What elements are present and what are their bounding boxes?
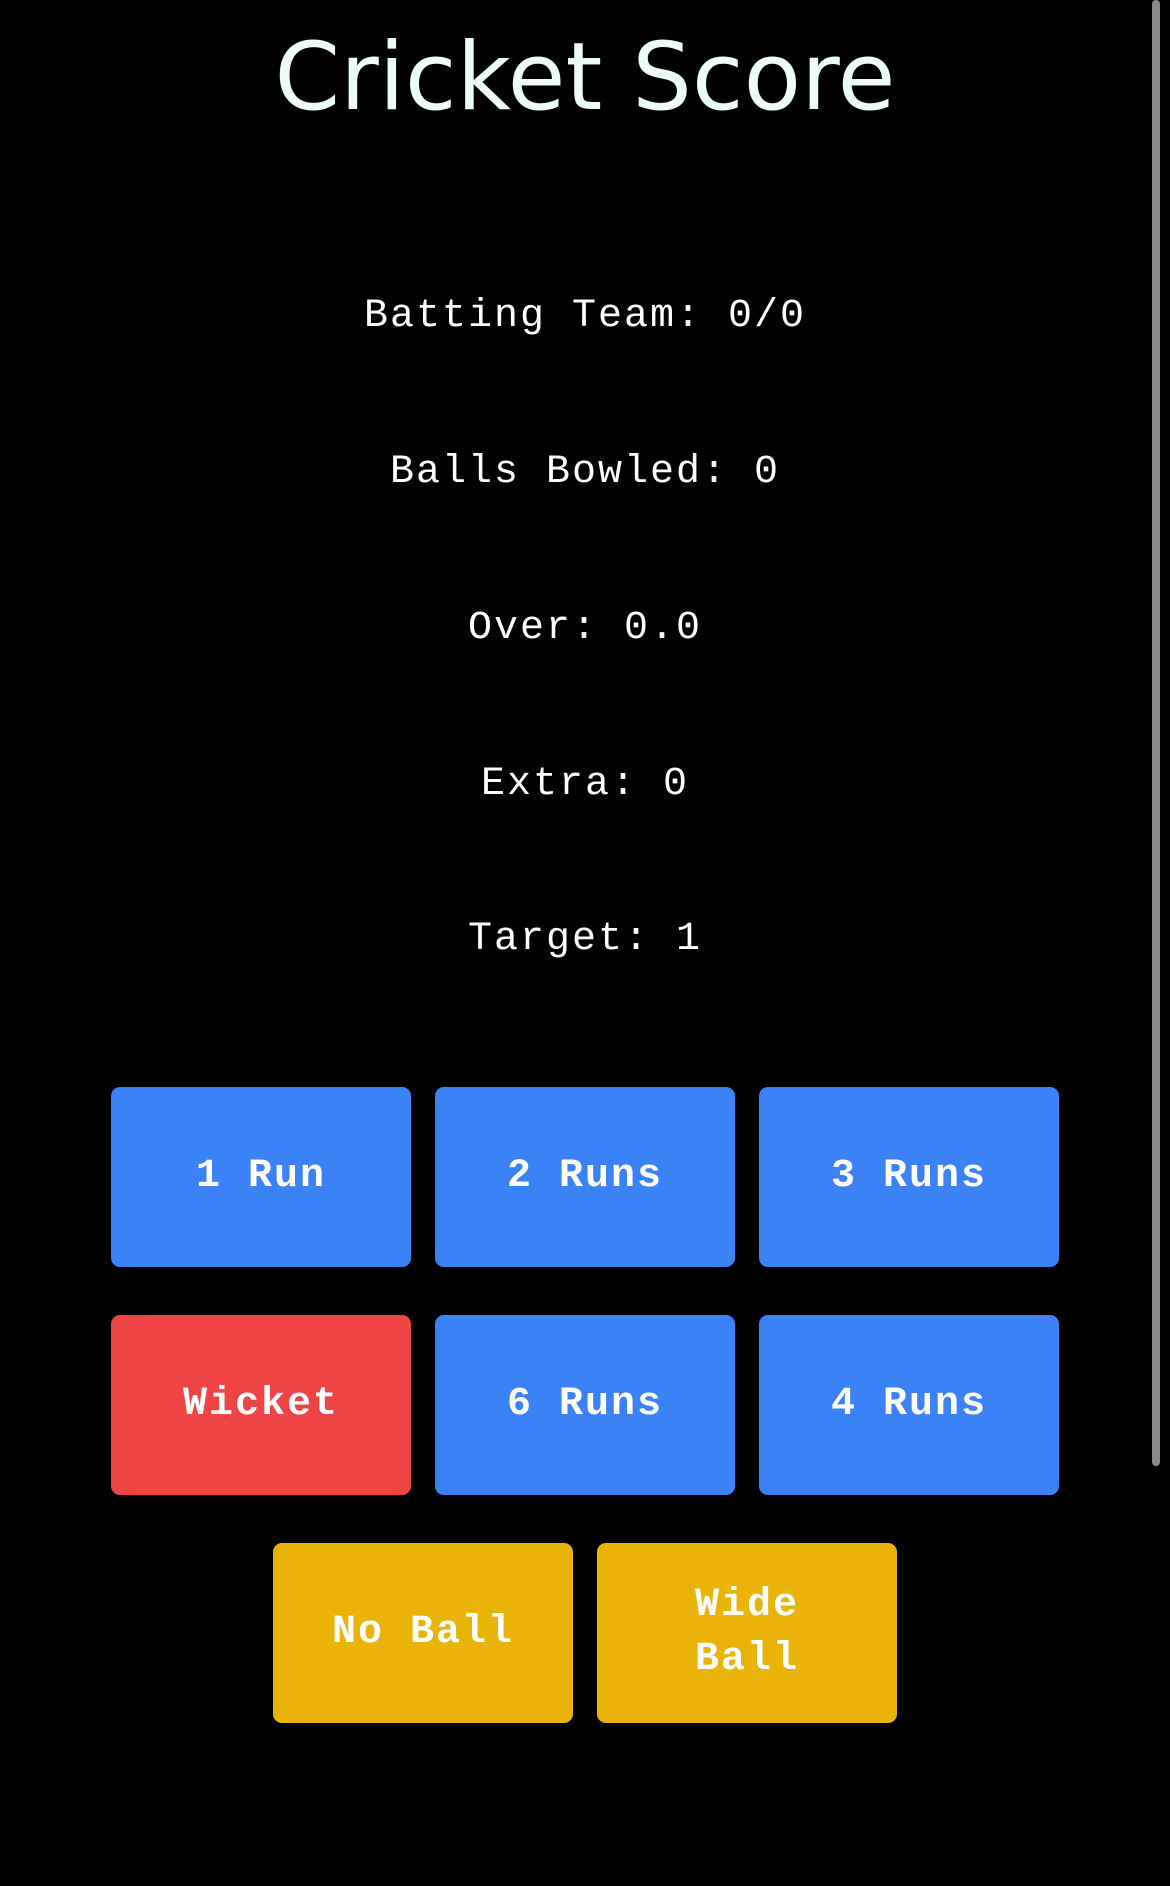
over-count: Over: 0.0	[467, 606, 703, 651]
no-ball-button[interactable]: No Ball	[273, 1543, 573, 1723]
wide-ball-button[interactable]: Wide Ball	[597, 1543, 897, 1723]
three-runs-button[interactable]: 3 Runs	[759, 1087, 1059, 1267]
extra-count: Extra: 0	[480, 762, 690, 807]
four-runs-button[interactable]: 4 Runs	[759, 1315, 1059, 1495]
batting-team-score: Batting Team: 0/0	[363, 294, 807, 339]
wicket-button[interactable]: Wicket	[111, 1315, 411, 1495]
target-value: Target: 1	[467, 917, 703, 962]
balls-bowled-count: Balls Bowled: 0	[389, 450, 781, 495]
six-runs-button[interactable]: 6 Runs	[435, 1315, 735, 1495]
one-run-button[interactable]: 1 Run	[111, 1087, 411, 1267]
vertical-scrollbar[interactable]	[1152, 0, 1160, 1466]
page-title: Cricket Score	[274, 23, 896, 132]
two-runs-button[interactable]: 2 Runs	[435, 1087, 735, 1267]
